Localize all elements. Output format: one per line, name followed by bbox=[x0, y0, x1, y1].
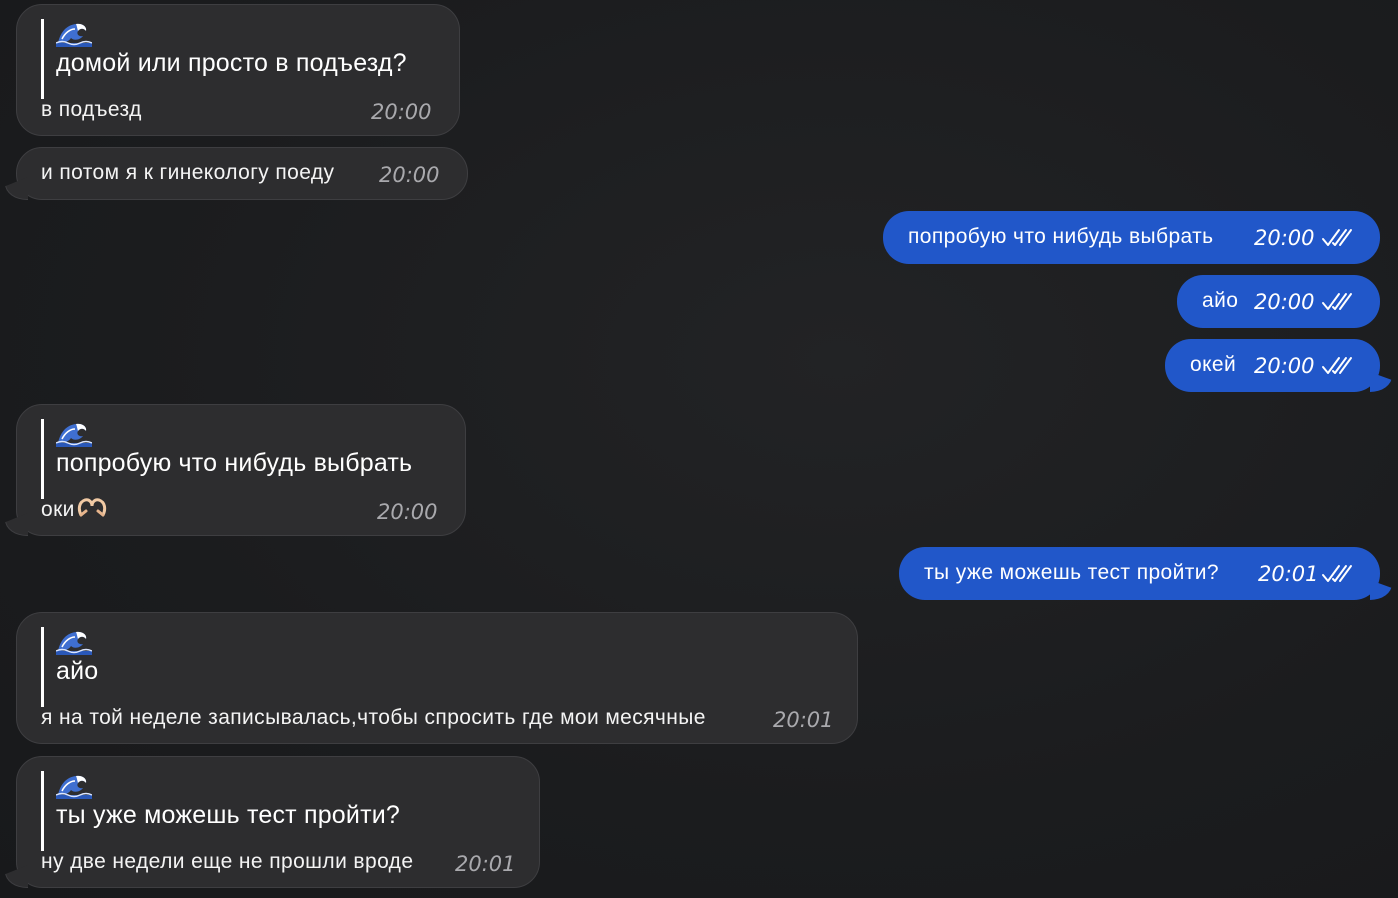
message-text: в подъезд bbox=[41, 98, 142, 121]
reply-quote-text: домой или просто в подъезд? bbox=[56, 49, 407, 77]
message-time: 20:00 bbox=[1254, 354, 1315, 378]
reply-quote-text: попробую что нибудь выбрать bbox=[56, 449, 413, 477]
message-bubble-outgoing[interactable]: айо 20:00 bbox=[1177, 275, 1380, 328]
message-bubble-incoming[interactable]: айо я на той неделе записывалась,чтобы с… bbox=[16, 612, 858, 744]
message-time: 20:01 bbox=[1258, 562, 1319, 586]
message-text: ну две недели еще не прошли вроде bbox=[41, 850, 414, 873]
message-text: попробую что нибудь выбрать bbox=[908, 225, 1214, 248]
message-text: я на той неделе записывалась,чтобы спрос… bbox=[41, 706, 706, 729]
message-text: окей bbox=[1190, 353, 1237, 376]
message-text: айо bbox=[1202, 289, 1239, 312]
reply-quote[interactable]: попробую что нибудь выбрать bbox=[41, 419, 412, 499]
message-time: 20:00 bbox=[1254, 290, 1315, 314]
chat-screen: { "messages": [ {"id": "m1", "direction"… bbox=[0, 0, 1398, 898]
read-double-check-icon bbox=[1321, 355, 1353, 377]
message-text: и потом я к гинекологу поеду bbox=[41, 161, 335, 184]
wave-emoji-icon bbox=[56, 419, 92, 447]
message-time: 20:00 bbox=[1254, 226, 1315, 250]
message-time: 20:01 bbox=[773, 708, 834, 732]
reply-quote[interactable]: ты уже можешь тест пройти? bbox=[41, 771, 400, 851]
read-double-check-icon bbox=[1321, 563, 1353, 585]
message-bubble-outgoing[interactable]: окей 20:00 bbox=[1165, 339, 1380, 392]
reply-quote[interactable]: айо bbox=[41, 627, 98, 707]
message-time: 20:00 bbox=[371, 100, 432, 124]
message-text: оки bbox=[41, 497, 107, 523]
message-bubble-incoming[interactable]: домой или просто в подъезд? в подъезд 20… bbox=[16, 4, 460, 136]
read-double-check-icon bbox=[1321, 227, 1353, 249]
reply-quote[interactable]: домой или просто в подъезд? bbox=[41, 19, 407, 99]
message-text: ты уже можешь тест пройти? bbox=[924, 561, 1219, 584]
heart-hands-emoji-icon bbox=[77, 497, 107, 519]
wave-emoji-icon bbox=[56, 771, 92, 799]
wave-emoji-icon bbox=[56, 19, 92, 47]
message-bubble-incoming[interactable]: и потом я к гинекологу поеду 20:00 bbox=[16, 147, 468, 200]
message-time: 20:00 bbox=[379, 163, 440, 187]
reply-quote-text: ты уже можешь тест пройти? bbox=[56, 801, 400, 829]
message-time: 20:00 bbox=[377, 500, 438, 524]
reply-quote-text: айо bbox=[56, 657, 99, 685]
message-bubble-incoming[interactable]: ты уже можешь тест пройти? ну две недели… bbox=[16, 756, 540, 888]
message-bubble-outgoing[interactable]: попробую что нибудь выбрать 20:00 bbox=[883, 211, 1380, 264]
message-bubble-incoming[interactable]: попробую что нибудь выбрать оки 20:00 bbox=[16, 404, 466, 536]
read-double-check-icon bbox=[1321, 291, 1353, 313]
wave-emoji-icon bbox=[56, 627, 92, 655]
message-bubble-outgoing[interactable]: ты уже можешь тест пройти? 20:01 bbox=[899, 547, 1380, 600]
message-text-content: оки bbox=[41, 498, 75, 521]
message-time: 20:01 bbox=[455, 852, 516, 876]
